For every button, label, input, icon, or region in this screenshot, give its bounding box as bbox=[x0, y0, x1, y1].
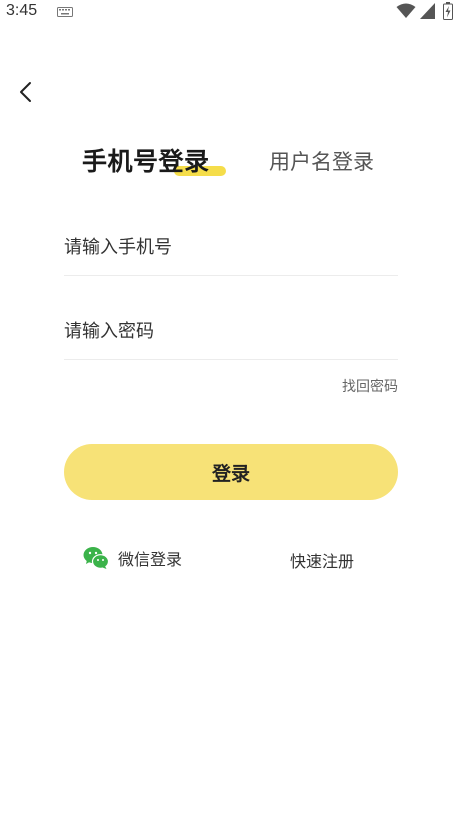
forgot-password-link[interactable]: 找回密码 bbox=[342, 376, 398, 396]
wechat-icon bbox=[83, 547, 109, 569]
wechat-login-label: 微信登录 bbox=[118, 550, 183, 569]
status-bar: 3:45 bbox=[0, 0, 458, 26]
status-time: 3:45 bbox=[6, 2, 38, 19]
password-field-container bbox=[64, 309, 398, 360]
battery-icon bbox=[443, 2, 453, 20]
tab-phone-login-label: 手机号登录 bbox=[82, 147, 210, 176]
tab-username-login[interactable]: 用户名登录 bbox=[269, 146, 374, 176]
chevron-left-icon bbox=[20, 82, 31, 102]
back-button[interactable] bbox=[12, 78, 40, 106]
password-input[interactable] bbox=[64, 321, 398, 342]
tab-phone-login[interactable]: 手机号登录 bbox=[82, 142, 226, 182]
keyboard-icon bbox=[57, 7, 73, 17]
login-button[interactable]: 登录 bbox=[64, 444, 398, 500]
phone-field-container bbox=[64, 225, 398, 276]
wifi-icon bbox=[396, 3, 416, 18]
phone-input[interactable] bbox=[64, 237, 398, 258]
quick-register-link[interactable]: 快速注册 bbox=[290, 548, 354, 572]
signal-icon bbox=[420, 3, 435, 19]
wechat-login-button[interactable]: 微信登录 bbox=[83, 546, 182, 570]
